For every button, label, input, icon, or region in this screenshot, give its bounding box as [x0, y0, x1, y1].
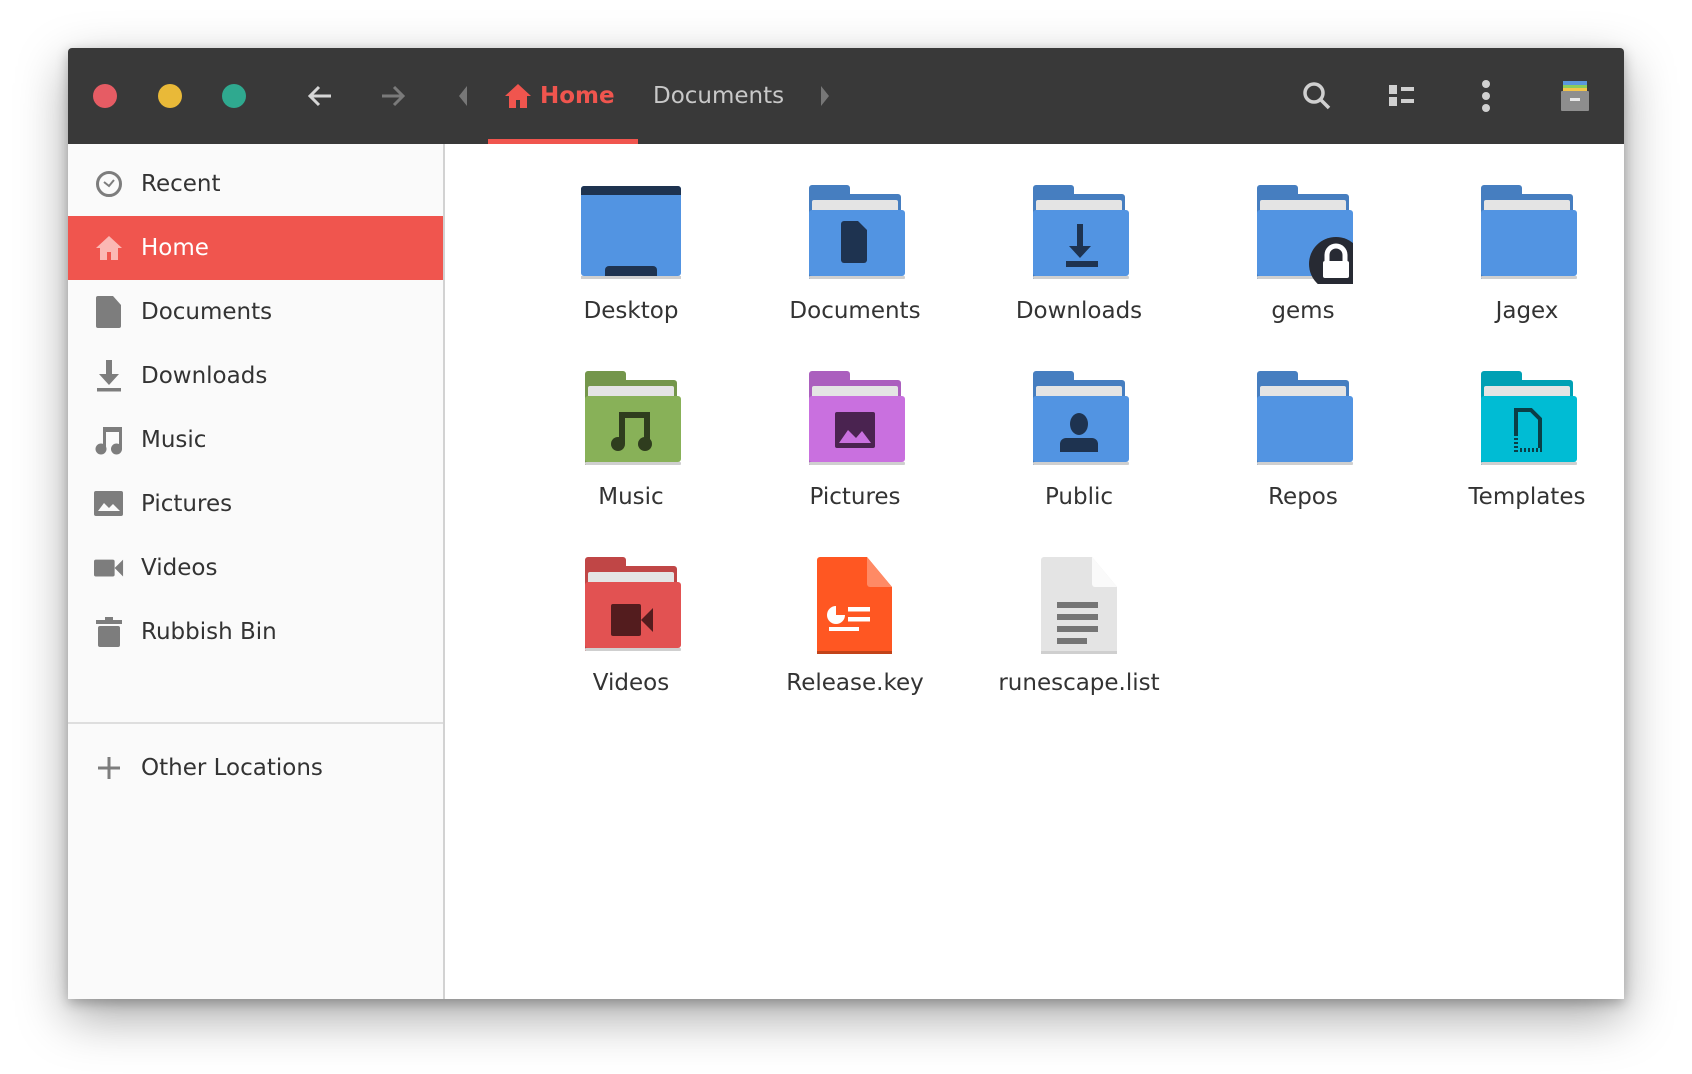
- downloads-folder-icon: [1029, 184, 1129, 284]
- presentation-file-icon: [805, 556, 905, 656]
- breadcrumb-documents[interactable]: Documents: [653, 48, 784, 144]
- arrow-right-icon: [382, 85, 406, 107]
- music-icon: [94, 425, 124, 455]
- folder-item[interactable]: gems: [1203, 184, 1403, 364]
- sidebar-item-other-locations[interactable]: Other Locations: [68, 736, 443, 800]
- minimize-button[interactable]: [158, 84, 182, 108]
- folder-item[interactable]: Jagex: [1427, 184, 1624, 364]
- documents-folder-icon: [805, 184, 905, 284]
- view-list-icon: [1389, 85, 1414, 106]
- file-name: Release.key: [786, 670, 924, 696]
- file-name: Templates: [1468, 484, 1586, 510]
- file-manager-window: Home Documents Recent Home Documents Downlo…: [68, 48, 1624, 999]
- breadcrumb-scroll-right[interactable]: [819, 86, 831, 106]
- public-folder-icon: [1029, 370, 1129, 470]
- folder-item[interactable]: Music: [531, 370, 731, 550]
- folder-item[interactable]: Repos: [1203, 370, 1403, 550]
- document-icon: [94, 296, 124, 328]
- home-icon: [505, 84, 531, 108]
- clock-icon: [94, 169, 124, 199]
- close-button[interactable]: [93, 84, 117, 108]
- file-name: Repos: [1268, 484, 1338, 510]
- caret-right-icon: [821, 86, 829, 106]
- file-name: runescape.list: [998, 670, 1160, 696]
- home-icon: [94, 233, 124, 263]
- music-folder-icon: [581, 370, 681, 470]
- view-toggle-button[interactable]: [1389, 85, 1415, 107]
- file-name: Public: [1044, 484, 1114, 510]
- breadcrumb-home-label: Home: [540, 83, 615, 109]
- folder-item[interactable]: Pictures: [755, 370, 955, 550]
- sidebar: Recent Home Documents Downloads Music Picture…: [68, 144, 445, 999]
- more-vertical-icon: [1482, 80, 1490, 112]
- videos-folder-icon: [581, 556, 681, 656]
- sidebar-item-rubbish-bin[interactable]: Rubbish Bin: [68, 600, 443, 664]
- trash-icon: [94, 617, 124, 647]
- templates-folder-icon: [1477, 370, 1577, 470]
- locked-folder-icon: [1253, 184, 1363, 291]
- sidebar-item-videos[interactable]: Videos: [68, 536, 443, 600]
- file-name: Documents: [789, 298, 921, 324]
- breadcrumb-documents-label: Documents: [653, 83, 785, 109]
- file-cabinet-icon: [1561, 81, 1589, 111]
- file-view: Desktop Documents Downloads gems Jagex M…: [445, 144, 1624, 999]
- folder-item[interactable]: Documents: [755, 184, 955, 364]
- back-button[interactable]: [307, 84, 333, 108]
- sidebar-item-label: Rubbish Bin: [141, 619, 277, 645]
- breadcrumb-home[interactable]: Home: [504, 48, 615, 144]
- file-name: Videos: [592, 670, 670, 696]
- header-bar: Home Documents: [68, 48, 1624, 144]
- sidebar-item-downloads[interactable]: Downloads: [68, 344, 443, 408]
- sidebar-separator: [68, 722, 443, 724]
- file-name: Music: [598, 484, 664, 510]
- sidebar-item-label: Home: [141, 235, 209, 261]
- sidebar-item-label: Music: [141, 427, 207, 453]
- sidebar-item-label: Pictures: [141, 491, 233, 517]
- menu-button[interactable]: [1481, 79, 1491, 113]
- plus-icon: [94, 753, 124, 783]
- maximize-button[interactable]: [222, 84, 246, 108]
- search-icon: [1303, 82, 1331, 110]
- sidebar-item-label: Documents: [141, 299, 273, 325]
- text-file-icon: [1029, 556, 1129, 656]
- forward-button[interactable]: [380, 84, 406, 108]
- sidebar-item-pictures[interactable]: Pictures: [68, 472, 443, 536]
- folder-item[interactable]: Desktop: [531, 184, 731, 364]
- video-icon: [94, 553, 124, 583]
- folder-item[interactable]: Videos: [531, 556, 731, 736]
- sidebar-item-recent[interactable]: Recent: [68, 152, 443, 216]
- file-name: Downloads: [1015, 298, 1143, 324]
- download-icon: [94, 360, 124, 392]
- folder-icon: [1253, 370, 1353, 470]
- sidebar-item-label: Other Locations: [141, 755, 323, 781]
- sidebar-item-label: Videos: [141, 555, 218, 581]
- folder-item[interactable]: Templates: [1427, 370, 1624, 550]
- search-button[interactable]: [1302, 81, 1332, 111]
- folder-icon: [1477, 184, 1577, 284]
- folder-item[interactable]: Public: [979, 370, 1179, 550]
- file-name: gems: [1271, 298, 1335, 324]
- sidebar-item-documents[interactable]: Documents: [68, 280, 443, 344]
- sidebar-item-label: Downloads: [141, 363, 268, 389]
- sidebar-item-label: Recent: [141, 171, 221, 197]
- file-item[interactable]: runescape.list: [979, 556, 1179, 736]
- sidebar-item-home[interactable]: Home: [68, 216, 443, 280]
- file-name: Desktop: [583, 298, 679, 324]
- file-item[interactable]: Release.key: [755, 556, 955, 736]
- desktop-folder-icon: [581, 184, 681, 284]
- picture-icon: [94, 489, 124, 519]
- breadcrumb-scroll-left[interactable]: [457, 86, 469, 106]
- file-name: Pictures: [809, 484, 901, 510]
- file-name: Jagex: [1495, 298, 1559, 324]
- arrow-left-icon: [307, 85, 331, 107]
- sidebar-item-music[interactable]: Music: [68, 408, 443, 472]
- pictures-folder-icon: [805, 370, 905, 470]
- app-icon: [1561, 81, 1591, 111]
- caret-left-icon: [459, 86, 467, 106]
- folder-item[interactable]: Downloads: [979, 184, 1179, 364]
